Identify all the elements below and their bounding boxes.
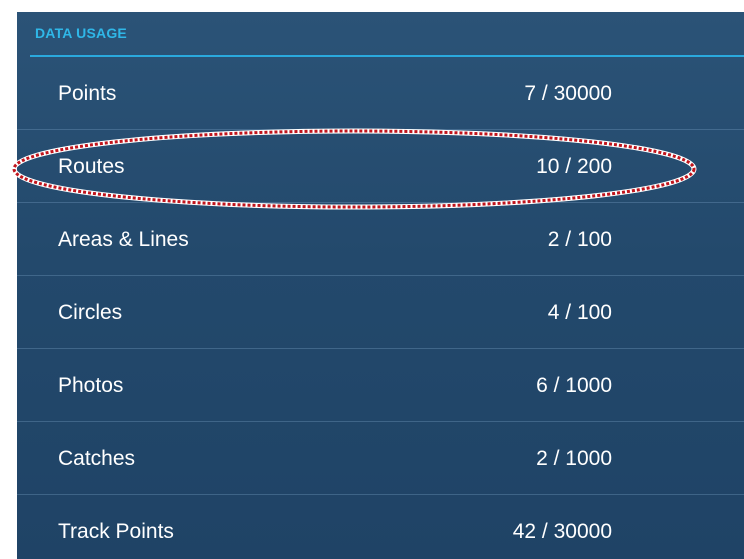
row-label: Track Points: [58, 520, 174, 543]
row-value: 7 / 30000: [524, 82, 612, 105]
screenshot-frame: DATA USAGE Points 7 / 30000 Routes 10 / …: [0, 0, 744, 559]
list-item-areas-lines: Areas & Lines 2 / 100: [17, 203, 744, 276]
list-item-circles: Circles 4 / 100: [17, 276, 744, 349]
data-usage-panel: DATA USAGE Points 7 / 30000 Routes 10 / …: [17, 12, 744, 559]
list-item-routes: Routes 10 / 200: [17, 130, 744, 203]
list-item-points: Points 7 / 30000: [17, 57, 744, 130]
list-item-track-points: Track Points 42 / 30000: [17, 495, 744, 559]
list-item-photos: Photos 6 / 1000: [17, 349, 744, 422]
row-label: Photos: [58, 374, 124, 397]
row-value: 10 / 200: [536, 155, 612, 178]
row-value: 42 / 30000: [512, 520, 612, 543]
row-value: 2 / 1000: [536, 447, 612, 470]
row-label: Routes: [58, 155, 125, 178]
section-header: DATA USAGE: [35, 25, 127, 41]
row-label: Catches: [58, 447, 136, 470]
row-value: 4 / 100: [547, 301, 612, 324]
row-label: Circles: [58, 301, 123, 324]
list-item-catches: Catches 2 / 1000: [17, 422, 744, 495]
row-value: 2 / 100: [547, 228, 612, 251]
row-label: Points: [58, 82, 117, 105]
row-label: Areas & Lines: [58, 228, 189, 251]
row-value: 6 / 1000: [536, 374, 612, 397]
data-usage-list: Points 7 / 30000 Routes 10 / 200 Areas &…: [17, 57, 744, 559]
